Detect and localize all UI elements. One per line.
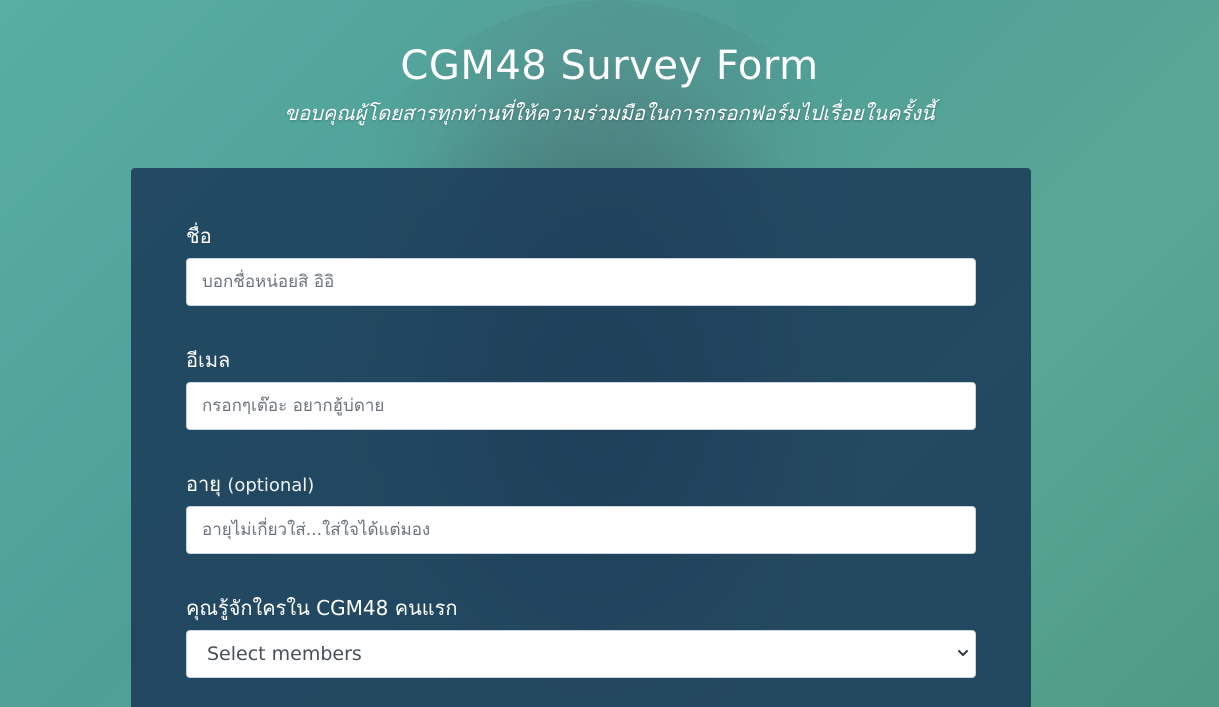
email-field-group: อีเมล: [186, 346, 976, 430]
first-member-field-group: คุณรู้จักใครใน CGM48 คนแรก Select member…: [186, 594, 976, 678]
name-field-group: ชื่อ: [186, 222, 976, 306]
email-input[interactable]: [186, 382, 976, 430]
email-label: อีเมล: [186, 348, 231, 372]
member-select[interactable]: Select members: [186, 630, 976, 678]
page-title: CGM48 Survey Form: [400, 43, 819, 89]
age-label: อายุ (optional): [186, 470, 976, 498]
name-input[interactable]: [186, 258, 976, 306]
optional-hint: (optional): [227, 475, 315, 496]
age-field-group: อายุ (optional): [186, 470, 976, 554]
member-select-wrapper: Select members: [186, 630, 976, 678]
age-label-text: อายุ: [186, 472, 221, 496]
first-member-label: คุณรู้จักใครใน CGM48 คนแรก: [186, 596, 458, 620]
page-subtitle: ขอบคุณผู้โดยสารทุกท่านที่ให้ความร่วมมือใ…: [284, 101, 935, 125]
page-header: CGM48 Survey Form ขอบคุณผู้โดยสารทุกท่าน…: [0, 38, 1219, 128]
name-label: ชื่อ: [186, 224, 212, 248]
age-input[interactable]: [186, 506, 976, 554]
survey-form: ชื่อ อีเมล อายุ (optional) คุณรู้จักใครใ…: [131, 168, 1031, 707]
